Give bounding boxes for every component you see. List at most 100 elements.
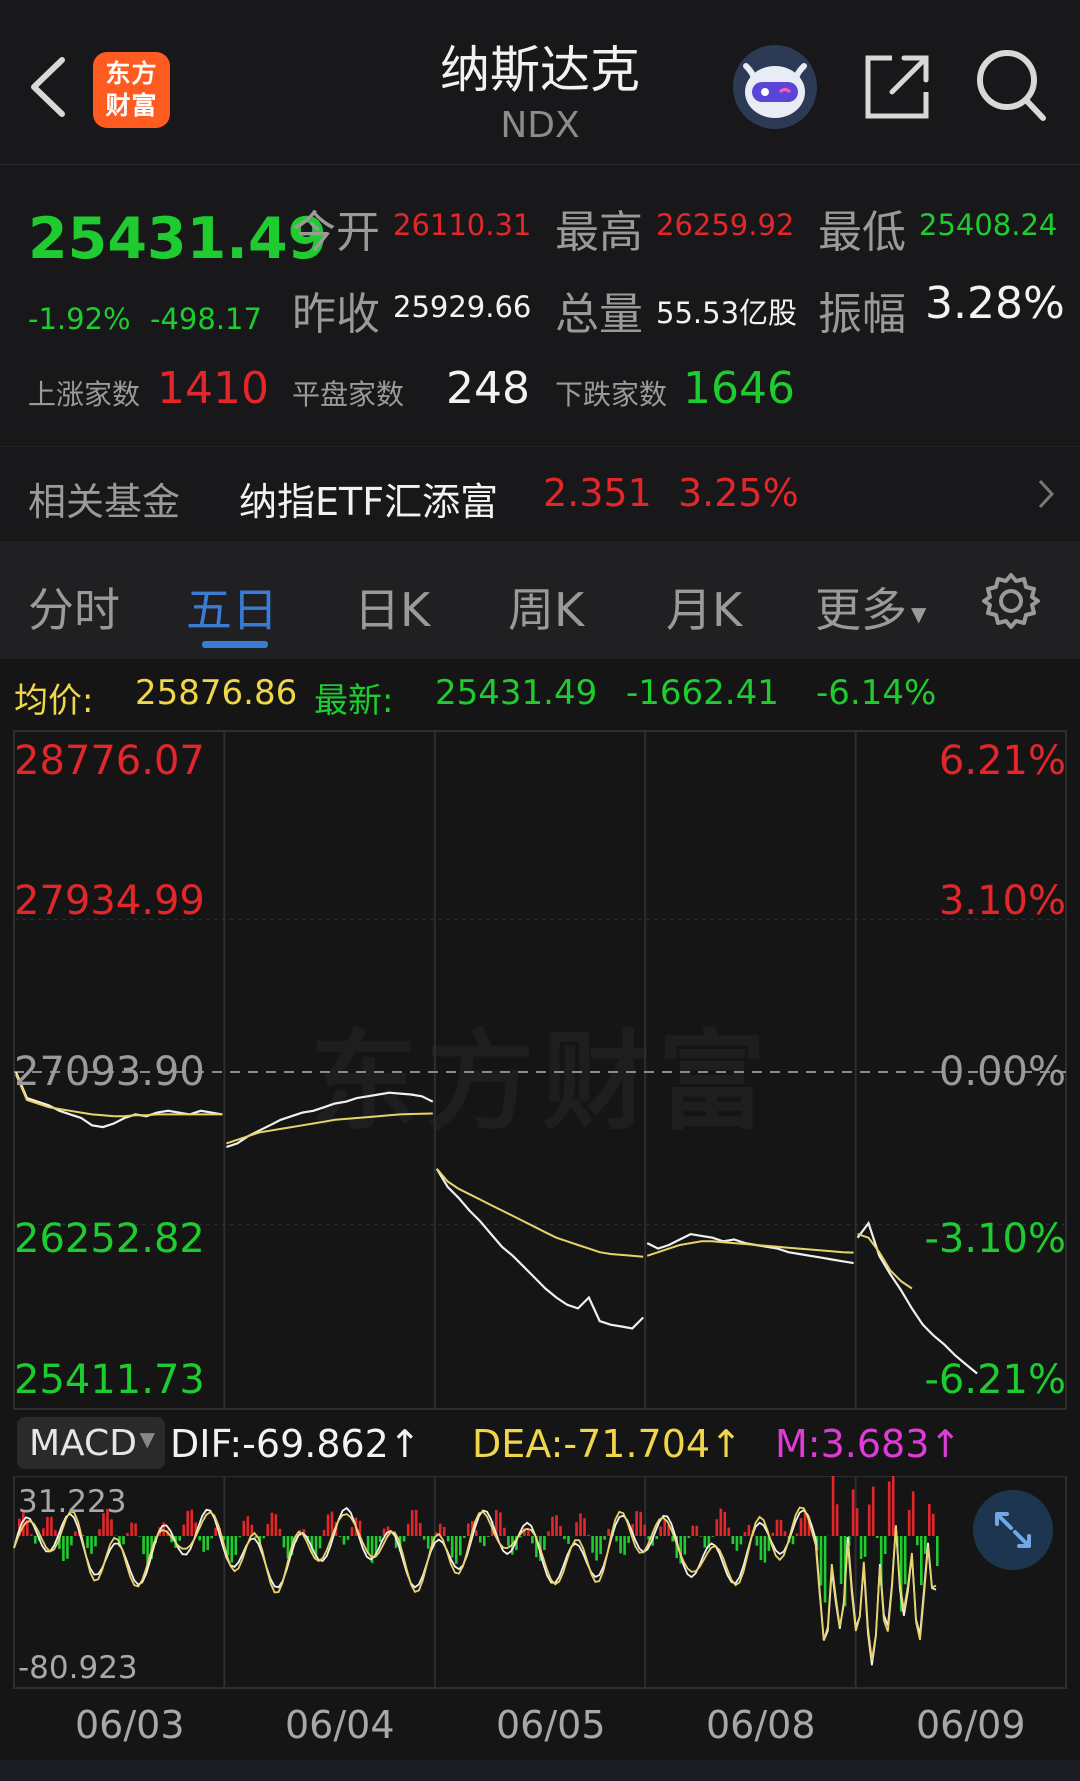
macd-bar [342, 1536, 346, 1545]
macd-chart[interactable] [0, 1476, 1080, 1690]
x-label-day4: 06/08 [706, 1703, 816, 1747]
macd-bar [563, 1536, 566, 1540]
change-amount: -498.17 [150, 302, 262, 336]
macd-bar [122, 1536, 125, 1545]
up-count-value: 1410 [157, 363, 269, 414]
volume-label: 总量 [555, 289, 643, 340]
avg-price-value: 25876.86 [135, 673, 298, 713]
related-fund-row[interactable]: 相关基金 纳指ETF汇添富 2.351 3.25% [0, 446, 1080, 540]
latest-price-value: 25431.49 [435, 673, 598, 713]
tab-monthly-k[interactable]: 月K [666, 574, 742, 640]
macd-bar [282, 1536, 286, 1548]
macd-bar [74, 1531, 77, 1536]
high-value: 26259.92 [656, 208, 795, 242]
macd-bar [86, 1536, 89, 1548]
macd-bar [903, 1536, 907, 1585]
avg-line-day-2 [226, 1112, 433, 1145]
macd-bar [70, 1536, 73, 1546]
open-value: 26110.31 [393, 208, 532, 242]
high-label: 最高 [555, 207, 643, 258]
macd-bar [775, 1519, 779, 1536]
macd-bar [639, 1511, 642, 1536]
macd-min-label: -80.923 [18, 1650, 138, 1686]
bottom-bar [0, 1760, 1080, 1781]
price-info-line: 均价: 25876.86 最新: 25431.49 -1662.41 -6.14… [0, 659, 1080, 729]
macd-bar [190, 1509, 193, 1536]
macd-bar [791, 1536, 795, 1545]
macd-bar [230, 1536, 234, 1563]
macd-bar [418, 1522, 422, 1536]
tab-weekly-k[interactable]: 周K [508, 574, 584, 640]
macd-bar [887, 1481, 891, 1536]
macd-bar [142, 1536, 145, 1555]
tab-five-day[interactable]: 五日 [186, 574, 278, 640]
flat-count-label: 平盘家数 [292, 378, 405, 411]
macd-bar [719, 1508, 723, 1536]
chevron-right-icon [1038, 479, 1055, 509]
y-label-bottom: 25411.73 [14, 1357, 205, 1403]
indicator-selector[interactable]: MACD ▼ [17, 1417, 165, 1469]
tab-daily-k[interactable]: 日K [354, 574, 430, 640]
share-icon[interactable] [862, 52, 932, 122]
macd-bar [487, 1536, 490, 1537]
gear-icon[interactable] [981, 571, 1041, 631]
macd-bar [270, 1512, 274, 1536]
pct-label-top: 6.21% [938, 738, 1066, 784]
macd-bar [619, 1536, 622, 1554]
macd-bar [134, 1523, 137, 1536]
tab-intraday[interactable]: 分时 [28, 574, 120, 640]
top-bar: 东方 财富 纳斯达克 NDX [0, 0, 1080, 165]
low-label: 最低 [818, 207, 906, 258]
macd-bar [739, 1536, 743, 1545]
macd-bar [138, 1536, 141, 1537]
macd-bar [663, 1519, 666, 1536]
macd-bar [402, 1536, 406, 1542]
macd-bar [467, 1523, 470, 1536]
macd-bar [867, 1504, 871, 1536]
app-logo[interactable]: 东方 财富 [93, 52, 170, 128]
price-line-day-4 [646, 1232, 854, 1265]
macd-bar [450, 1536, 454, 1558]
caret-down-icon: ▼ [139, 1427, 155, 1451]
tab-more[interactable]: 更多 ▼ [815, 574, 926, 640]
prev-close-label: 昨收 [292, 289, 380, 340]
search-icon[interactable] [975, 48, 1047, 124]
robot-icon[interactable] [732, 44, 818, 130]
y-label-top: 28776.07 [14, 738, 205, 784]
macd-bar [30, 1534, 33, 1536]
expand-icon [995, 1512, 1031, 1548]
macd-bar [378, 1536, 382, 1542]
x-label-day3: 06/05 [496, 1703, 606, 1747]
expand-chart-button[interactable] [973, 1490, 1053, 1570]
macd-bar [507, 1536, 510, 1546]
pct-label-reference: 0.00% [938, 1049, 1066, 1095]
low-value: 25408.24 [919, 208, 1058, 242]
macd-bar [723, 1512, 727, 1536]
macd-bar [932, 1513, 935, 1536]
fund-name: 纳指ETF汇添富 [239, 480, 499, 524]
prev-close-value: 25929.66 [393, 290, 532, 324]
macd-bar [863, 1536, 867, 1557]
macd-bar [547, 1531, 550, 1536]
macd-bar [42, 1528, 45, 1536]
macd-bar [246, 1516, 250, 1536]
macd-bar [54, 1530, 57, 1536]
macd-bar [683, 1536, 687, 1555]
macd-bar [66, 1536, 69, 1559]
active-tab-indicator [202, 641, 268, 648]
open-label: 今开 [292, 207, 380, 258]
macd-bar [916, 1536, 919, 1546]
caret-down-icon: ▼ [911, 601, 927, 626]
y-label-upper: 27934.99 [14, 878, 205, 924]
macd-bar [130, 1522, 133, 1536]
macd-bar [591, 1536, 594, 1553]
macd-bar [126, 1533, 129, 1536]
macd-bar [655, 1536, 658, 1540]
macd-bar [94, 1536, 97, 1547]
macd-bar [483, 1536, 486, 1547]
macd-bar [599, 1536, 602, 1555]
macd-bar [242, 1520, 246, 1536]
back-icon[interactable] [24, 52, 74, 122]
macd-bar [731, 1536, 735, 1544]
pct-label-upper: 3.10% [938, 878, 1066, 924]
